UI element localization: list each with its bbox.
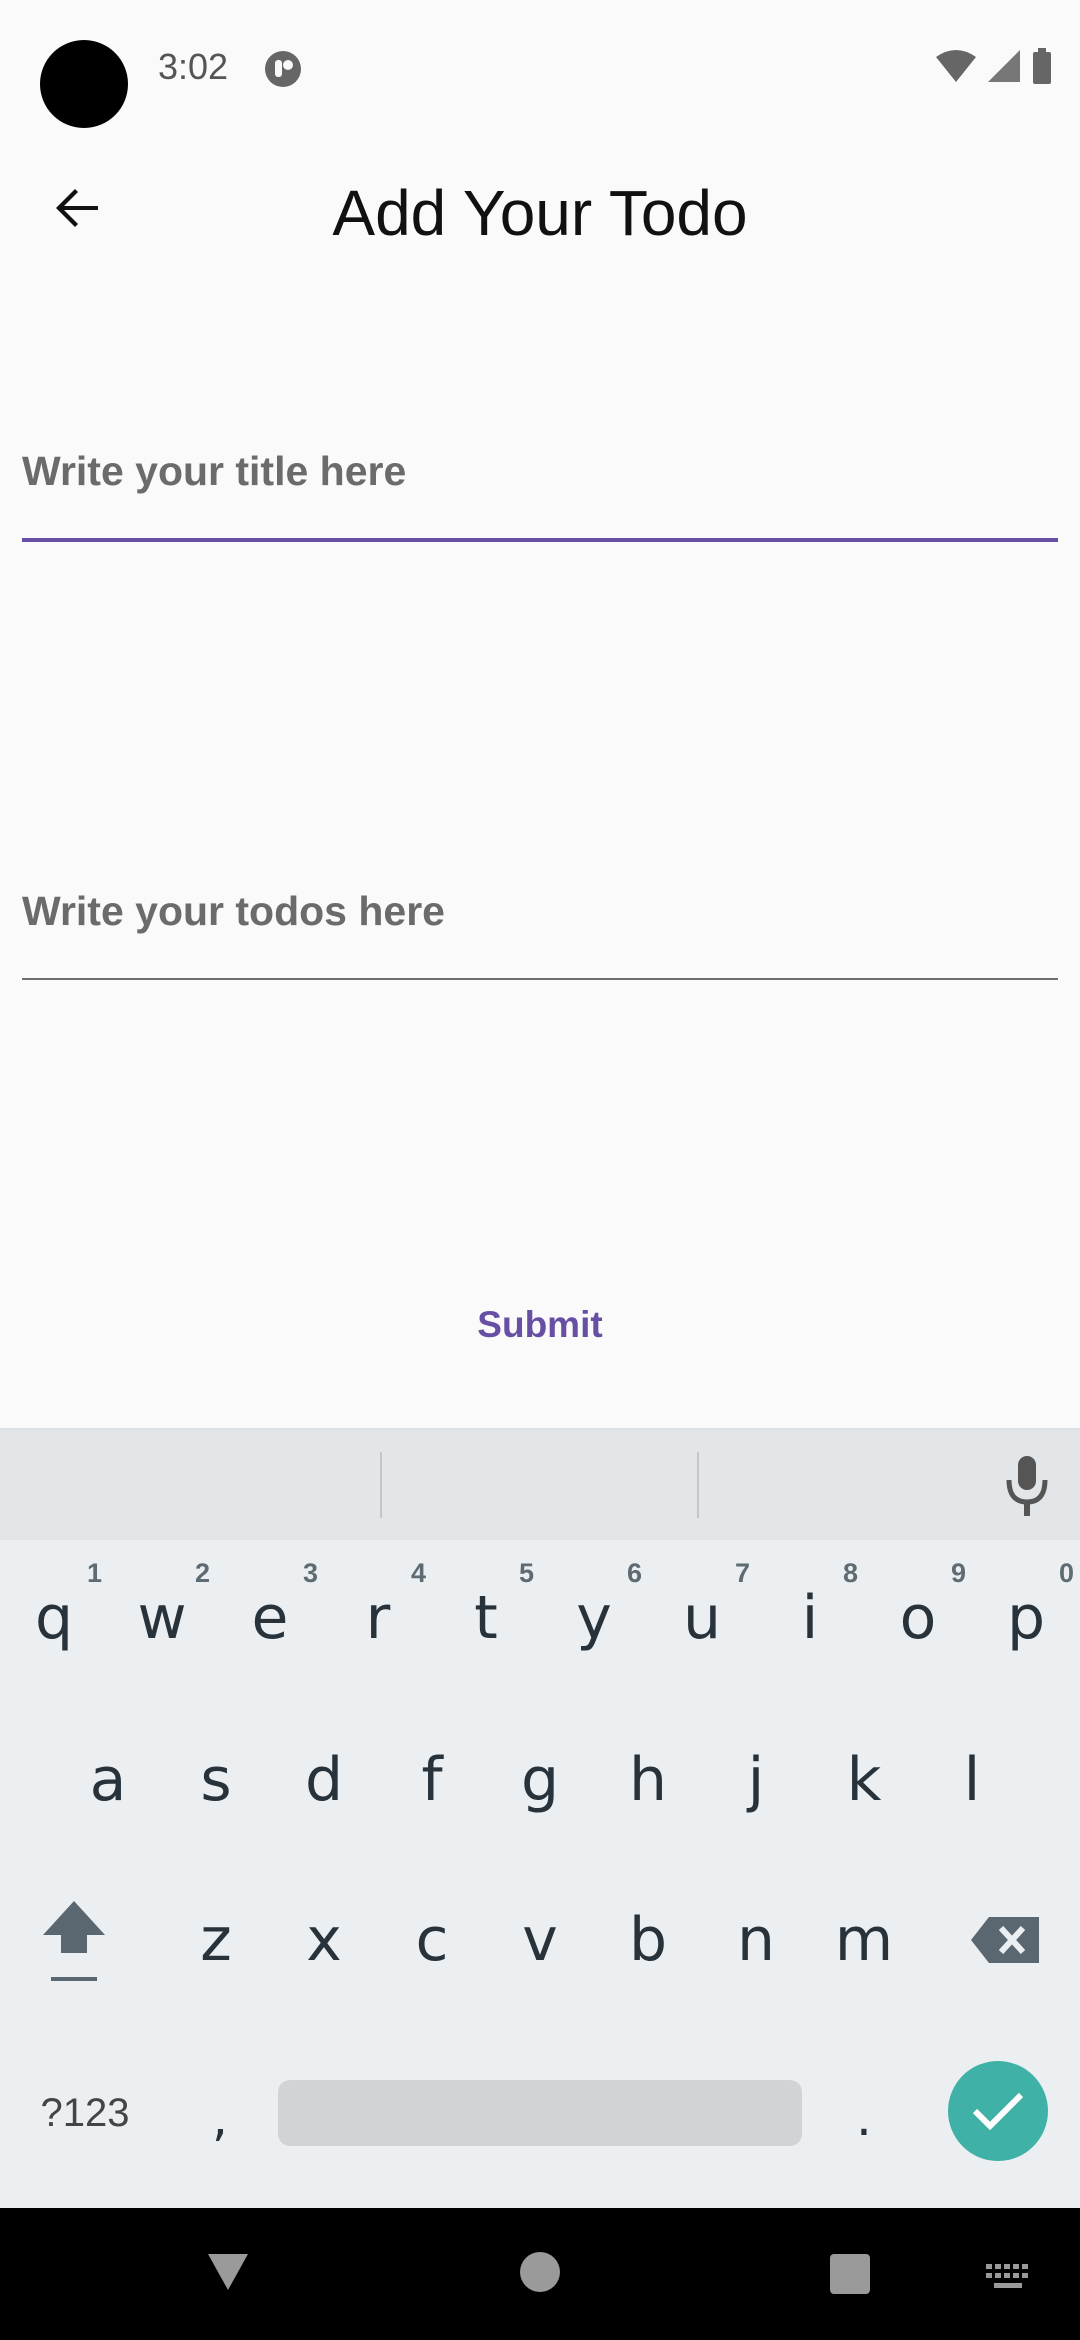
key-number-hint: 4 bbox=[410, 1558, 426, 1588]
key-number-hint: 2 bbox=[194, 1558, 210, 1588]
key-label: f bbox=[421, 1745, 443, 1815]
todos-input[interactable]: Write your todos here bbox=[22, 860, 1058, 990]
backspace-key[interactable] bbox=[950, 1870, 1062, 2010]
key-label: u bbox=[682, 1583, 722, 1653]
key-label: l bbox=[963, 1745, 981, 1815]
key-y[interactable]: y6 bbox=[540, 1548, 648, 1688]
key-label: o bbox=[899, 1583, 937, 1653]
notification-icon bbox=[265, 51, 301, 87]
key-label: v bbox=[522, 1905, 558, 1975]
key-label: r bbox=[365, 1583, 391, 1653]
key-label: z bbox=[200, 1905, 232, 1975]
period-key[interactable]: . bbox=[824, 2048, 904, 2188]
key-s[interactable]: s bbox=[162, 1710, 270, 1850]
keyboard-switch-icon[interactable] bbox=[986, 2264, 1030, 2290]
title-input-placeholder: Write your title here bbox=[22, 448, 407, 494]
title-input[interactable]: Write your title here bbox=[22, 420, 1058, 550]
key-label: i bbox=[801, 1583, 819, 1653]
status-bar: 3:02 bbox=[0, 0, 1080, 140]
key-label: y bbox=[576, 1583, 612, 1653]
key-label: d bbox=[304, 1745, 344, 1815]
key-label: a bbox=[89, 1745, 127, 1815]
key-k[interactable]: k bbox=[810, 1710, 918, 1850]
shift-icon bbox=[43, 1901, 105, 1981]
key-i[interactable]: i8 bbox=[756, 1548, 864, 1688]
key-label: h bbox=[628, 1745, 668, 1815]
wifi-icon bbox=[936, 50, 976, 82]
enter-key[interactable] bbox=[948, 2061, 1048, 2161]
key-label: c bbox=[415, 1905, 449, 1975]
key-m[interactable]: m bbox=[810, 1870, 918, 2010]
suggestion-divider bbox=[380, 1452, 382, 1518]
key-f[interactable]: f bbox=[378, 1710, 486, 1850]
todos-input-placeholder: Write your todos here bbox=[22, 888, 445, 934]
on-screen-keyboard: ?123 , . q1w2e3r4t5y6u7i8o9p0asdfghjklzx… bbox=[0, 1428, 1080, 2208]
key-label: m bbox=[834, 1905, 894, 1975]
key-number-hint: 8 bbox=[842, 1558, 858, 1588]
back-triangle-icon[interactable] bbox=[206, 2252, 250, 2292]
camera-cutout bbox=[40, 40, 128, 128]
status-icons bbox=[936, 48, 1052, 84]
key-label: s bbox=[200, 1745, 232, 1815]
key-u[interactable]: u7 bbox=[648, 1548, 756, 1688]
key-label: g bbox=[520, 1745, 560, 1815]
suggestion-divider bbox=[697, 1452, 699, 1518]
key-number-hint: 7 bbox=[734, 1558, 750, 1588]
key-label: e bbox=[251, 1583, 289, 1653]
key-h[interactable]: h bbox=[594, 1710, 702, 1850]
key-a[interactable]: a bbox=[54, 1710, 162, 1850]
key-label: w bbox=[137, 1583, 187, 1653]
key-p[interactable]: p0 bbox=[972, 1548, 1080, 1688]
key-x[interactable]: x bbox=[270, 1870, 378, 2010]
submit-button[interactable]: Submit bbox=[440, 1290, 640, 1360]
key-r[interactable]: r4 bbox=[324, 1548, 432, 1688]
suggestion-bar bbox=[0, 1428, 1080, 1540]
symbols-key[interactable]: ?123 bbox=[30, 2068, 140, 2158]
key-label: k bbox=[846, 1745, 882, 1815]
recents-square-icon[interactable] bbox=[830, 2254, 870, 2294]
space-bar[interactable] bbox=[278, 2080, 802, 2146]
key-number-hint: 1 bbox=[86, 1558, 102, 1588]
key-t[interactable]: t5 bbox=[432, 1548, 540, 1688]
key-label: n bbox=[736, 1905, 776, 1975]
battery-icon bbox=[1033, 48, 1051, 84]
key-number-hint: 9 bbox=[950, 1558, 966, 1588]
key-label: x bbox=[306, 1905, 342, 1975]
key-label: q bbox=[34, 1583, 74, 1653]
key-label: j bbox=[747, 1745, 765, 1815]
key-label: t bbox=[474, 1583, 498, 1653]
signal-icon bbox=[988, 50, 1020, 82]
key-q[interactable]: q1 bbox=[0, 1548, 108, 1688]
todos-input-underline bbox=[22, 978, 1058, 980]
title-input-underline bbox=[22, 538, 1058, 542]
key-g[interactable]: g bbox=[486, 1710, 594, 1850]
comma-key[interactable]: , bbox=[180, 2048, 260, 2188]
key-e[interactable]: e3 bbox=[216, 1548, 324, 1688]
key-number-hint: 0 bbox=[1058, 1558, 1074, 1588]
key-l[interactable]: l bbox=[918, 1710, 1026, 1850]
system-nav-bar bbox=[0, 2208, 1080, 2340]
status-time: 3:02 bbox=[158, 46, 229, 87]
key-label: p bbox=[1006, 1583, 1046, 1653]
home-circle-icon[interactable] bbox=[520, 2252, 560, 2292]
key-c[interactable]: c bbox=[378, 1870, 486, 2010]
key-number-hint: 6 bbox=[626, 1558, 642, 1588]
shift-key[interactable] bbox=[18, 1870, 130, 2010]
key-d[interactable]: d bbox=[270, 1710, 378, 1850]
key-j[interactable]: j bbox=[702, 1710, 810, 1850]
key-b[interactable]: b bbox=[594, 1870, 702, 2010]
key-label: b bbox=[628, 1905, 668, 1975]
key-w[interactable]: w2 bbox=[108, 1548, 216, 1688]
microphone-icon[interactable] bbox=[996, 1452, 1058, 1518]
app-bar: Add Your Todo bbox=[0, 140, 1080, 284]
check-icon bbox=[972, 2092, 1024, 2131]
key-number-hint: 5 bbox=[518, 1558, 534, 1588]
page-title: Add Your Todo bbox=[332, 177, 748, 249]
backspace-icon bbox=[971, 1917, 1039, 1963]
key-n[interactable]: n bbox=[702, 1870, 810, 2010]
key-o[interactable]: o9 bbox=[864, 1548, 972, 1688]
key-v[interactable]: v bbox=[486, 1870, 594, 2010]
key-number-hint: 3 bbox=[302, 1558, 318, 1588]
key-z[interactable]: z bbox=[162, 1870, 270, 2010]
